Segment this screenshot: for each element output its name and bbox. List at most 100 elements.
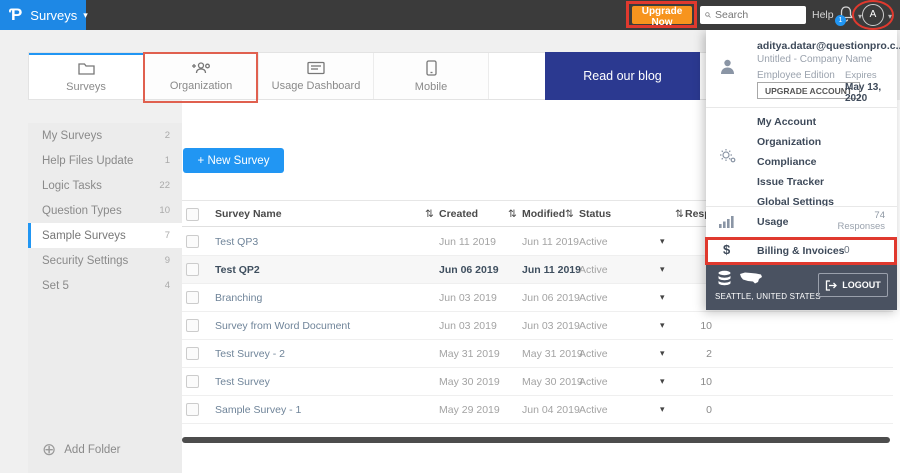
smartphone-icon: [425, 59, 437, 76]
search-input[interactable]: [715, 9, 801, 21]
sort-icon[interactable]: ⇅: [565, 208, 574, 220]
help-link[interactable]: Help: [812, 9, 834, 21]
survey-name-link[interactable]: Test Survey - 2: [215, 348, 285, 360]
status-dropdown-caret[interactable]: ▾: [660, 404, 665, 415]
sort-icon[interactable]: ⇅: [675, 208, 684, 220]
column-header-created[interactable]: Created: [439, 208, 478, 220]
notifications-button[interactable]: 1: [835, 5, 858, 27]
chevron-down-icon[interactable]: ▾: [888, 12, 892, 21]
dollar-icon: $: [723, 242, 731, 257]
status-value: Active: [579, 236, 608, 248]
status-value: Active: [579, 292, 608, 304]
product-switcher[interactable]: Ƥ Surveys ▾: [0, 0, 88, 30]
sort-icon[interactable]: ⇅: [425, 208, 434, 220]
status-dropdown-caret[interactable]: ▾: [660, 292, 665, 303]
logout-button[interactable]: LOGOUT: [818, 273, 888, 297]
new-survey-button[interactable]: + New Survey: [183, 148, 284, 173]
usage-unit: Responses: [837, 221, 885, 232]
app-title: Surveys: [30, 7, 78, 23]
account-panel-footer: SEATTLE, UNITED STATES LOGOUT: [706, 263, 897, 310]
horizontal-scrollbar[interactable]: [182, 437, 890, 443]
table-row[interactable]: Sample Survey - 1 May 29 2019 Jun 04 201…: [182, 396, 893, 424]
status-dropdown-caret[interactable]: ▾: [660, 348, 665, 359]
app-root: Ƥ Surveys ▾ Upgrade Now Help 1 ▾ A ▾ Sur…: [0, 0, 900, 473]
person-icon: [721, 59, 734, 74]
responses-count: 10: [700, 320, 712, 332]
row-checkbox[interactable]: [186, 235, 199, 248]
billing-value: 0: [844, 245, 850, 256]
status-dropdown-caret[interactable]: ▾: [660, 264, 665, 275]
table-row[interactable]: Test Survey - 2 May 31 2019 May 31 2019 …: [182, 340, 893, 368]
survey-name-link[interactable]: Survey from Word Document: [215, 320, 350, 332]
add-people-icon: [192, 61, 210, 73]
menu-item-issue-tracker[interactable]: Issue Tracker: [757, 176, 877, 194]
menu-item-usage[interactable]: Usage 74 Responses: [706, 207, 897, 237]
avatar[interactable]: A: [862, 4, 884, 26]
tab-surveys[interactable]: Surveys: [29, 53, 144, 99]
folders-sidebar: My Surveys 2 Help Files Update 1 Logic Tas…: [28, 123, 182, 473]
survey-name-link[interactable]: Sample Survey - 1: [215, 404, 301, 416]
survey-name-link[interactable]: Branching: [215, 292, 262, 304]
tab-usage-dashboard[interactable]: Usage Dashboard: [259, 53, 374, 99]
survey-name-link[interactable]: Test QP2: [215, 264, 260, 276]
responses-count: 10: [700, 376, 712, 388]
row-checkbox[interactable]: [186, 347, 199, 360]
row-checkbox[interactable]: [186, 263, 199, 276]
usa-map-icon: [740, 272, 762, 284]
sidebar-item-sample-surveys[interactable]: Sample Surveys 7: [28, 223, 182, 248]
survey-name-link[interactable]: Test QP3: [215, 236, 258, 248]
column-header-status[interactable]: Status: [579, 208, 611, 220]
menu-item-compliance[interactable]: Compliance: [757, 156, 877, 174]
sidebar-item-set-5[interactable]: Set 54: [28, 273, 182, 298]
folder-count: 7: [164, 230, 170, 241]
status-dropdown-caret[interactable]: ▾: [660, 320, 665, 331]
account-edition: Employee Edition: [757, 70, 835, 81]
sort-icon[interactable]: ⇅: [508, 208, 517, 220]
upgrade-now-button[interactable]: Upgrade Now: [632, 6, 692, 28]
sidebar-item-my-surveys[interactable]: My Surveys 2: [28, 123, 182, 148]
bar-chart-icon: [719, 216, 734, 228]
sidebar-item-logic-tasks[interactable]: Logic Tasks 22: [28, 173, 182, 198]
menu-item-my-account[interactable]: My Account: [757, 116, 877, 134]
survey-name-link[interactable]: Test Survey: [215, 376, 270, 388]
sidebar-item-question-types[interactable]: Question Types 10: [28, 198, 182, 223]
folder-count: 1: [164, 155, 170, 166]
folder-count: 10: [159, 205, 170, 216]
row-checkbox[interactable]: [186, 375, 199, 388]
status-dropdown-caret[interactable]: ▾: [660, 376, 665, 387]
expires-date: May 13, 2020: [845, 82, 882, 104]
folder-count: 2: [164, 130, 170, 141]
folder-count: 9: [164, 255, 170, 266]
search-box[interactable]: [700, 6, 806, 24]
column-header-modified[interactable]: Modified: [522, 208, 565, 220]
row-checkbox[interactable]: [186, 291, 199, 304]
table-row[interactable]: Survey from Word Document Jun 03 2019 Ju…: [182, 312, 893, 340]
menu-item-billing-invoices[interactable]: $ Billing & Invoices 0: [706, 238, 897, 263]
questionpro-logo-icon: Ƥ: [9, 5, 23, 24]
column-header-survey-name[interactable]: Survey Name: [215, 208, 282, 220]
account-dropdown-panel: aditya.datar@questionpro.c... Untitled -…: [706, 30, 900, 310]
tab-mobile[interactable]: Mobile: [374, 53, 489, 99]
read-our-blog-banner[interactable]: Read our blog: [545, 52, 700, 100]
status-value: Active: [579, 404, 608, 416]
row-checkbox[interactable]: [186, 403, 199, 416]
select-all-checkbox[interactable]: [186, 208, 199, 221]
sidebar-item-security-settings[interactable]: Security Settings 9: [28, 248, 182, 273]
expires-label: Expires: [845, 70, 877, 81]
account-email: aditya.datar@questionpro.c...: [757, 40, 900, 52]
divider: [706, 107, 897, 108]
gears-icon: [720, 149, 736, 163]
table-row[interactable]: Test Survey May 30 2019 May 30 2019 Acti…: [182, 368, 893, 396]
row-checkbox[interactable]: [186, 319, 199, 332]
status-dropdown-caret[interactable]: ▾: [660, 236, 665, 247]
account-company: Untitled - Company Name: [757, 54, 873, 65]
status-value: Active: [579, 376, 608, 388]
usage-value: 74: [874, 210, 885, 221]
folder-count: 22: [159, 180, 170, 191]
sidebar-item-help-files-update[interactable]: Help Files Update 1: [28, 148, 182, 173]
tab-organization[interactable]: Organization: [144, 53, 259, 99]
menu-item-organization[interactable]: Organization: [757, 136, 877, 154]
add-folder-button[interactable]: ⊕ Add Folder: [42, 440, 121, 460]
folder-count: 4: [164, 280, 170, 291]
status-value: Active: [579, 264, 608, 276]
